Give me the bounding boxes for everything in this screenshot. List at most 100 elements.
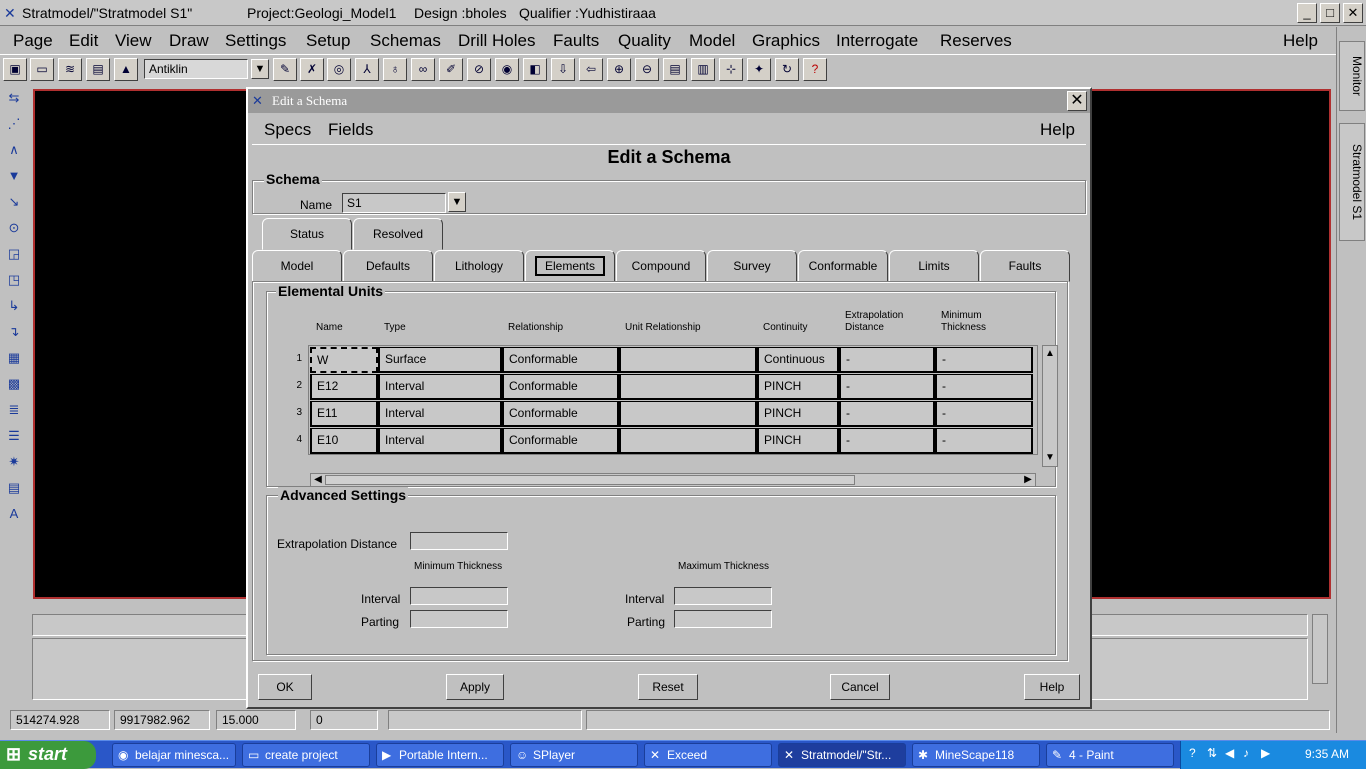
start-button[interactable]: ⊞ start xyxy=(0,741,96,769)
cell-unit-relationship[interactable] xyxy=(619,374,757,400)
cell-extrapolation[interactable]: - xyxy=(839,347,935,373)
cell-type[interactable]: Surface xyxy=(378,347,502,373)
fit-horizontal-icon[interactable]: ▤ xyxy=(663,58,687,81)
menu-faults[interactable]: Faults xyxy=(553,31,599,51)
tab-faults[interactable]: Faults xyxy=(980,250,1070,282)
target-icon[interactable]: ◎ xyxy=(327,58,351,81)
task-item[interactable]: ▶ Portable Intern... xyxy=(376,743,504,767)
tool-grid-icon[interactable]: ▦ xyxy=(3,347,25,369)
max-interval-input[interactable] xyxy=(674,587,772,605)
cell-type[interactable]: Interval xyxy=(378,428,502,454)
layer-combo[interactable]: Antiklin xyxy=(144,59,248,79)
tab-model[interactable]: Model xyxy=(252,250,342,282)
min-interval-input[interactable] xyxy=(410,587,508,605)
maximize-button[interactable]: □ xyxy=(1320,3,1340,23)
task-item[interactable]: ✎ 4 - Paint xyxy=(1046,743,1174,767)
schema-name-dropdown[interactable]: ▼ xyxy=(448,192,466,212)
tool-line-icon[interactable]: ∧ xyxy=(3,139,25,161)
cell-min-thickness[interactable]: - xyxy=(935,374,1033,400)
tab-elements[interactable]: Elements xyxy=(525,250,615,282)
horizontal-scroll-thumb[interactable] xyxy=(325,475,855,485)
zoom-out-icon[interactable]: ⊖ xyxy=(635,58,659,81)
tool-annotate-icon[interactable]: A xyxy=(3,503,25,525)
tool-burst-icon[interactable]: ✷ xyxy=(3,451,25,473)
cell-min-thickness[interactable]: - xyxy=(935,428,1033,454)
back-tray-icon[interactable]: ◀ xyxy=(1225,746,1234,760)
tab-lithology[interactable]: Lithology xyxy=(434,250,524,282)
task-item[interactable]: ▭ create project xyxy=(242,743,370,767)
dialog-close-button[interactable]: ✕ xyxy=(1067,91,1087,111)
cell-min-thickness[interactable]: - xyxy=(935,347,1033,373)
cell-unit-relationship[interactable] xyxy=(619,401,757,427)
cell-name[interactable]: E11 xyxy=(310,401,378,427)
extrapolation-distance-input[interactable] xyxy=(410,532,508,550)
message-scrollbar[interactable] xyxy=(1312,614,1328,684)
tab-survey[interactable]: Survey xyxy=(707,250,797,282)
scroll-right-icon[interactable]: ▶ xyxy=(1021,474,1035,486)
star-icon[interactable]: ✦ xyxy=(747,58,771,81)
layer-color-icon[interactable]: ▲ xyxy=(114,58,138,81)
help-query-icon[interactable]: ? xyxy=(803,58,827,81)
ok-button[interactable]: OK xyxy=(258,674,312,700)
menu-view[interactable]: View xyxy=(115,31,152,51)
menu-page[interactable]: Page xyxy=(13,31,53,51)
eye-icon[interactable]: ◉ xyxy=(495,58,519,81)
menu-settings[interactable]: Settings xyxy=(225,31,286,51)
tab-compound[interactable]: Compound xyxy=(616,250,706,282)
cell-extrapolation[interactable]: - xyxy=(839,428,935,454)
table-vertical-scrollbar[interactable]: ▲ ▼ xyxy=(1042,345,1058,467)
redraw-icon[interactable]: ↻ xyxy=(775,58,799,81)
zoom-in-icon[interactable]: ⊕ xyxy=(607,58,631,81)
layer-dropdown-button[interactable]: ▼ xyxy=(251,59,269,79)
scroll-left-icon[interactable]: ◀ xyxy=(311,474,325,486)
menu-reserves[interactable]: Reserves xyxy=(940,31,1012,51)
cell-name[interactable]: W xyxy=(310,347,378,373)
cell-min-thickness[interactable]: - xyxy=(935,401,1033,427)
open-icon[interactable]: ▭ xyxy=(30,58,54,81)
cell-name[interactable]: E12 xyxy=(310,374,378,400)
tool-box-icon[interactable]: ◲ xyxy=(3,243,25,265)
tool-arrow-icon[interactable]: ↘ xyxy=(3,191,25,213)
tab-defaults[interactable]: Defaults xyxy=(343,250,433,282)
bulb-icon[interactable]: ♁ xyxy=(383,58,407,81)
link-icon[interactable]: ∞ xyxy=(411,58,435,81)
page-icon[interactable]: ▣ xyxy=(3,58,27,81)
media-tray-icon[interactable]: ▶ xyxy=(1261,746,1270,760)
cross-icon[interactable]: ✗ xyxy=(300,58,324,81)
schema-name-input[interactable]: S1 xyxy=(342,193,446,213)
task-item[interactable]: ✕ Exceed xyxy=(644,743,772,767)
menu-help[interactable]: Help xyxy=(1283,31,1318,51)
tool-list-icon[interactable]: ☰ xyxy=(3,425,25,447)
tool-polygon-icon[interactable]: ▼ xyxy=(3,165,25,187)
cell-type[interactable]: Interval xyxy=(378,374,502,400)
layers-icon[interactable]: ≋ xyxy=(58,58,82,81)
menu-edit[interactable]: Edit xyxy=(69,31,98,51)
tool-box2-icon[interactable]: ◳ xyxy=(3,269,25,291)
task-item[interactable]: ☺ SPlayer xyxy=(510,743,638,767)
hide-icon[interactable]: ⊘ xyxy=(467,58,491,81)
tool-circle-icon[interactable]: ⊙ xyxy=(3,217,25,239)
tab-conformable[interactable]: Conformable xyxy=(798,250,888,282)
tab-stratmodel[interactable]: Stratmodel S1 xyxy=(1339,123,1365,241)
cell-continuity[interactable]: PINCH xyxy=(757,401,839,427)
tool-text-icon[interactable]: ⇆ xyxy=(3,87,25,109)
max-parting-input[interactable] xyxy=(674,610,772,628)
volume-tray-icon[interactable]: ♪ xyxy=(1243,746,1249,760)
scroll-down-icon[interactable]: ▼ xyxy=(1043,452,1057,464)
window-icon[interactable]: ◧ xyxy=(523,58,547,81)
tool-rows-icon[interactable]: ≣ xyxy=(3,399,25,421)
cell-relationship[interactable]: Conformable xyxy=(502,428,619,454)
cancel-button[interactable]: Cancel xyxy=(830,674,890,700)
crosshair-icon[interactable]: ⊹ xyxy=(719,58,743,81)
menu-model[interactable]: Model xyxy=(689,31,735,51)
minimize-button[interactable]: _ xyxy=(1297,3,1317,23)
cell-unit-relationship[interactable] xyxy=(619,347,757,373)
table-horizontal-scrollbar[interactable]: ◀ ▶ xyxy=(310,473,1036,487)
cell-continuity[interactable]: PINCH xyxy=(757,374,839,400)
cell-extrapolation[interactable]: - xyxy=(839,401,935,427)
tool-points-icon[interactable]: ⋰ xyxy=(3,113,25,135)
cell-relationship[interactable]: Conformable xyxy=(502,401,619,427)
help-tray-icon[interactable]: ? xyxy=(1189,746,1196,760)
menu-draw[interactable]: Draw xyxy=(169,31,209,51)
fit-vertical-icon[interactable]: ▥ xyxy=(691,58,715,81)
